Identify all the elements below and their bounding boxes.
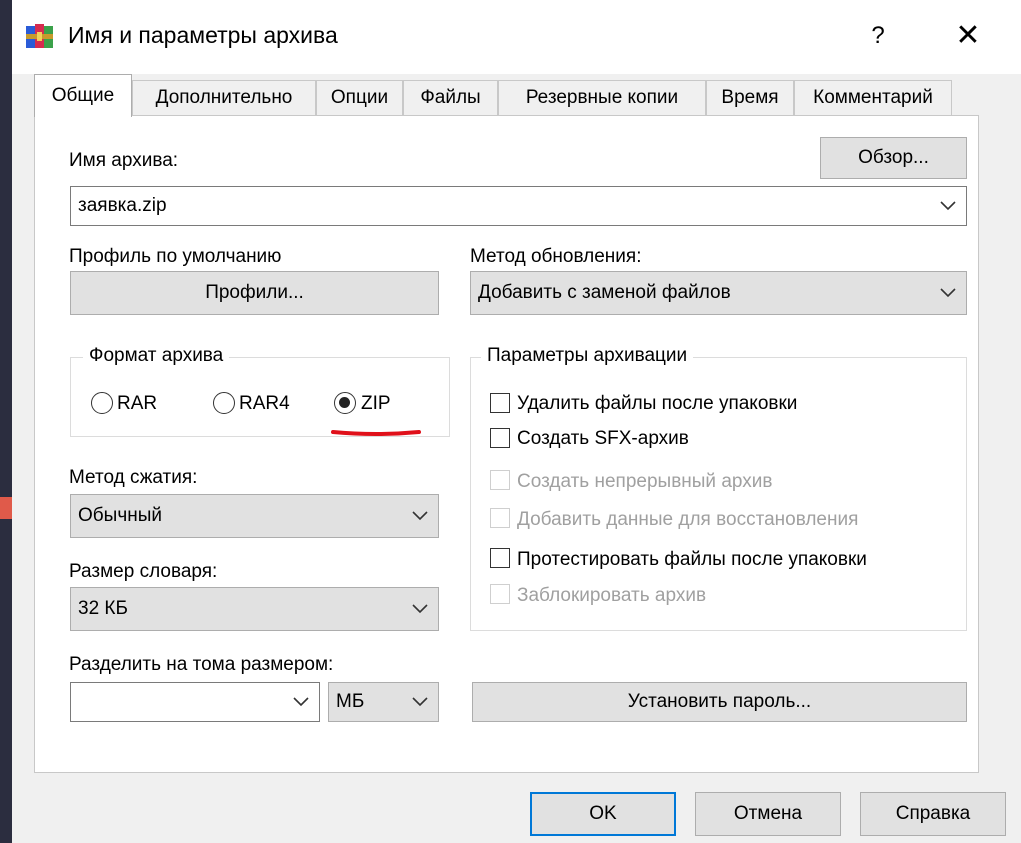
cancel-button[interactable]: Отмена bbox=[695, 792, 841, 836]
archiving-options-legend: Параметры архивации bbox=[481, 345, 694, 367]
split-unit-value: МБ bbox=[336, 691, 365, 712]
compression-method-value: Обычный bbox=[78, 505, 162, 526]
checkbox-delete-after-label[interactable]: Удалить файлы после упаковки bbox=[517, 393, 797, 415]
profile-label: Профиль по умолчанию bbox=[69, 246, 282, 267]
archive-format-legend: Формат архива bbox=[83, 345, 230, 367]
set-password-button[interactable]: Установить пароль... bbox=[472, 682, 967, 722]
title-bar: Имя и параметры архива ? ✕ bbox=[12, 0, 1021, 74]
dictionary-size-select[interactable]: 32 КБ bbox=[70, 587, 439, 631]
radio-rar4-label[interactable]: RAR4 bbox=[239, 393, 290, 415]
chevron-down-icon bbox=[412, 495, 428, 537]
checkbox-create-sfx-label[interactable]: Создать SFX-архив bbox=[517, 428, 689, 450]
tab-backup[interactable]: Резервные копии bbox=[498, 80, 706, 116]
update-method-label: Метод обновления: bbox=[470, 246, 642, 267]
checkbox-create-sfx[interactable] bbox=[490, 428, 510, 448]
backdrop-accent bbox=[0, 497, 12, 519]
tab-files[interactable]: Файлы bbox=[403, 80, 498, 116]
archive-name-value: заявка.zip bbox=[78, 195, 167, 216]
update-method-value: Добавить с заменой файлов bbox=[478, 282, 731, 303]
tab-comment[interactable]: Комментарий bbox=[794, 80, 952, 116]
compression-method-label: Метод сжатия: bbox=[69, 467, 198, 488]
profiles-button[interactable]: Профили... bbox=[70, 271, 439, 315]
checkbox-test-files-label[interactable]: Протестировать файлы после упаковки bbox=[517, 549, 867, 571]
chevron-down-icon[interactable] bbox=[940, 187, 956, 225]
checkbox-solid-archive-label: Создать непрерывный архив bbox=[517, 471, 773, 492]
split-size-combo[interactable] bbox=[70, 682, 320, 722]
tab-time[interactable]: Время bbox=[706, 80, 794, 116]
dictionary-size-label: Размер словаря: bbox=[69, 561, 218, 582]
chevron-down-icon bbox=[940, 272, 956, 314]
dictionary-size-value: 32 КБ bbox=[78, 598, 128, 619]
radio-rar4[interactable] bbox=[213, 392, 235, 414]
archive-name-combo[interactable]: заявка.zip bbox=[70, 186, 967, 226]
split-unit-select[interactable]: МБ bbox=[328, 682, 439, 722]
chevron-down-icon bbox=[412, 683, 428, 721]
split-volumes-label: Разделить на тома размером: bbox=[69, 654, 334, 675]
red-underline-annotation bbox=[331, 430, 421, 436]
checkbox-delete-after[interactable] bbox=[490, 393, 510, 413]
checkbox-test-files[interactable] bbox=[490, 548, 510, 568]
chevron-down-icon[interactable] bbox=[293, 683, 309, 721]
radio-zip[interactable] bbox=[334, 392, 356, 414]
chevron-down-icon bbox=[412, 588, 428, 630]
archive-dialog: Имя и параметры архива ? ✕ Общие Дополни… bbox=[12, 0, 1021, 843]
ok-button[interactable]: OK bbox=[530, 792, 676, 836]
help-button[interactable]: Справка bbox=[860, 792, 1006, 836]
radio-selected-dot bbox=[339, 397, 350, 408]
radio-zip-label[interactable]: ZIP bbox=[361, 393, 391, 415]
checkbox-solid-archive bbox=[490, 470, 510, 490]
checkbox-recovery-record bbox=[490, 508, 510, 528]
radio-rar[interactable] bbox=[91, 392, 113, 414]
window-title: Имя и параметры архива bbox=[68, 22, 338, 48]
help-title-button[interactable]: ? bbox=[860, 16, 896, 56]
close-icon[interactable]: ✕ bbox=[950, 16, 986, 56]
checkbox-recovery-record-label: Добавить данные для восстановления bbox=[517, 509, 859, 530]
tab-options[interactable]: Опции bbox=[316, 80, 403, 116]
tab-general[interactable]: Общие bbox=[34, 74, 132, 117]
update-method-select[interactable]: Добавить с заменой файлов bbox=[470, 271, 967, 315]
archive-name-label: Имя архива: bbox=[69, 150, 179, 171]
browse-button[interactable]: Обзор... bbox=[820, 137, 967, 179]
radio-rar-label[interactable]: RAR bbox=[117, 393, 157, 415]
winrar-books-icon bbox=[24, 20, 56, 52]
checkbox-lock-archive-label: Заблокировать архив bbox=[517, 585, 707, 606]
tab-advanced[interactable]: Дополнительно bbox=[132, 80, 316, 116]
checkbox-lock-archive bbox=[490, 584, 510, 604]
compression-method-select[interactable]: Обычный bbox=[70, 494, 439, 538]
